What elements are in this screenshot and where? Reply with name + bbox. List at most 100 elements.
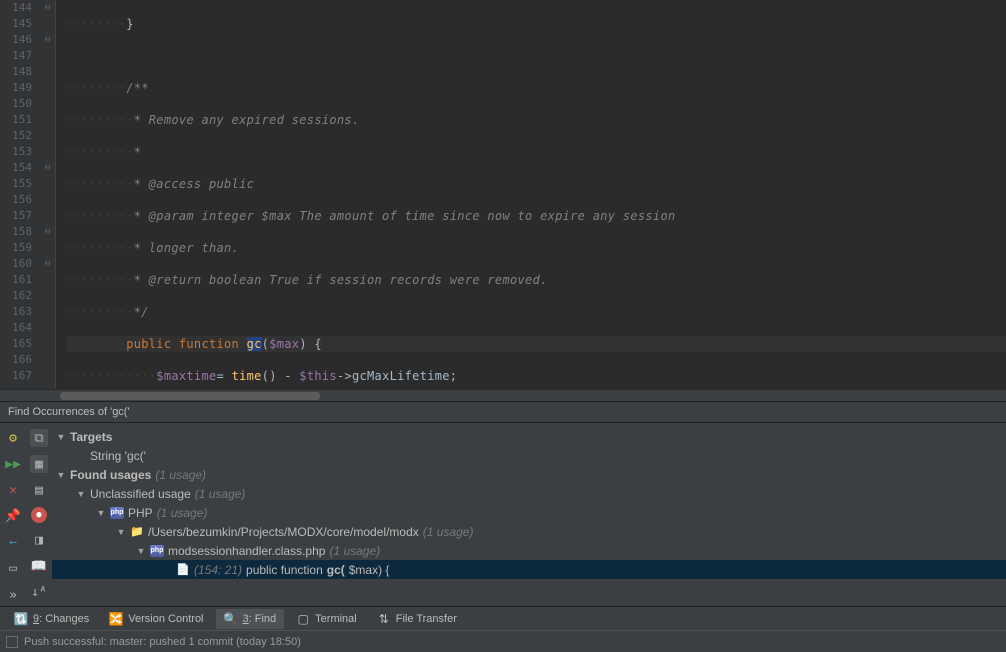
line-number: 146 [0,32,32,48]
found-count: (1 usage) [155,468,206,482]
search-icon: 🔍 [224,612,238,626]
line-number: 167 [0,368,32,384]
tree-php[interactable]: ▼ php PHP (1 usage) [52,503,1006,522]
line-number: 163 [0,304,32,320]
found-label: Found usages [70,468,151,482]
chevron-down-icon[interactable]: ▼ [136,546,146,556]
toolbar-col-1: ⚙ ▶▶ ✕ 📌 ← ▭ » [0,423,26,606]
folder-path: /Users/bezumkin/Projects/MODX/core/model… [148,525,419,539]
changes-icon: 🔃 [14,612,28,626]
line-number: 162 [0,288,32,304]
close-icon[interactable]: ✕ [4,481,22,499]
usage-tree[interactable]: ▼ Targets String 'gc(' ▼ Found usages (1… [52,423,1006,606]
tree-folder[interactable]: ▼ 📁 /Users/bezumkin/Projects/MODX/core/m… [52,522,1006,541]
expand-icon[interactable]: ▦ [30,455,48,473]
chevron-down-icon[interactable]: ▼ [116,527,126,537]
unclassified-label: Unclassified usage [90,487,191,501]
line-number: 165 [0,336,32,352]
chevron-down-icon[interactable]: ▼ [56,432,66,442]
export-icon[interactable]: ▭ [4,559,22,577]
tab-terminal[interactable]: ▢ Terminal [288,609,365,629]
pin-icon[interactable]: 📌 [4,507,22,525]
tree-usage-line[interactable]: 📄 (154: 21) public function gc( $max) { [52,560,1006,579]
usage-text-post: $max) { [349,563,390,577]
autoscroll-icon[interactable]: 📖 [30,557,48,575]
line-number: 152 [0,128,32,144]
fold-marker[interactable]: ⊟ [40,0,55,16]
status-bar: Push successful: master: pushed 1 commit… [0,630,1006,652]
folder-icon: 📁 [130,525,144,539]
fold-marker[interactable]: ⊟ [40,224,55,240]
preview-icon[interactable]: ◨ [30,531,48,549]
back-icon[interactable]: ← [4,533,22,551]
line-number: 160 [0,256,32,272]
tab-vcs[interactable]: 🔀 Version Control [101,609,211,629]
settings-icon[interactable]: ⚙ [4,429,22,447]
tool-window-bar: 🔃 9: Changes 🔀 Version Control 🔍 3: Find… [0,606,1006,630]
vcs-icon: 🔀 [109,612,123,626]
line-number: 159 [0,240,32,256]
find-panel: ⚙ ▶▶ ✕ 📌 ← ▭ » ⧉ ▦ ▤ ● ◨ 📖 ↓ᴬ ▼ Targets … [0,423,1006,606]
chevron-down-icon[interactable]: ▼ [96,508,106,518]
line-number: 157 [0,208,32,224]
line-number-gutter: 144 145 146 147 148 149 150 151 152 153 … [0,0,40,389]
tab-find[interactable]: 🔍 3: Find [216,609,285,629]
filter-icon[interactable]: ● [31,507,47,523]
php-file-icon: php [150,545,164,557]
fold-marker[interactable]: ⊟ [40,160,55,176]
fold-marker[interactable]: ⊟ [40,256,55,272]
fold-marker[interactable]: ⊟ [40,32,55,48]
status-checkbox[interactable] [6,636,18,648]
line-number: 151 [0,112,32,128]
line-number: 150 [0,96,32,112]
find-panel-header: Find Occurrences of 'gc(' [0,401,1006,423]
collapse-icon[interactable]: ▤ [30,481,48,499]
line-number: 166 [0,352,32,368]
group-by-icon[interactable]: ⧉ [30,429,48,447]
more-icon[interactable]: » [6,585,20,606]
transfer-icon: ⇅ [377,612,391,626]
php-label: PHP [128,506,153,520]
rerun-icon[interactable]: ▶▶ [4,455,22,473]
line-number: 153 [0,144,32,160]
code-area[interactable]: ········} ········/** ·········* Remove … [56,0,1006,389]
tab-file-transfer[interactable]: ⇅ File Transfer [369,609,465,629]
tree-unclassified[interactable]: ▼ Unclassified usage (1 usage) [52,484,1006,503]
line-number: 155 [0,176,32,192]
chevron-down-icon[interactable]: ▼ [76,489,86,499]
file-name: modsessionhandler.class.php [168,544,325,558]
line-number: 156 [0,192,32,208]
usage-text-pre: public function [246,563,323,577]
usage-match: gc( [327,563,345,577]
line-number: 144 [0,0,32,16]
tree-targets[interactable]: ▼ Targets [52,427,1006,446]
tree-file[interactable]: ▼ php modsessionhandler.class.php (1 usa… [52,541,1006,560]
usage-icon: 📄 [176,563,190,577]
horizontal-scrollbar[interactable] [0,389,1006,401]
terminal-icon: ▢ [296,612,310,626]
file-count: (1 usage) [329,544,380,558]
tree-found[interactable]: ▼ Found usages (1 usage) [52,465,1006,484]
sort-icon[interactable]: ↓ᴬ [30,583,48,601]
line-number: 154 [0,160,32,176]
tab-changes[interactable]: 🔃 9: Changes [6,609,97,629]
folder-count: (1 usage) [423,525,474,539]
line-number: 158 [0,224,32,240]
line-number: 148 [0,64,32,80]
line-number: 149 [0,80,32,96]
scrollbar-thumb[interactable] [60,392,320,400]
editor-area: 144 145 146 147 148 149 150 151 152 153 … [0,0,1006,389]
function-name: gc [247,337,262,351]
tree-string[interactable]: String 'gc(' [52,446,1006,465]
line-number: 147 [0,48,32,64]
fold-gutter: ⊟ ⊟ ⊟ ⊟ ⊟ [40,0,56,389]
chevron-down-icon[interactable]: ▼ [56,470,66,480]
line-number: 161 [0,272,32,288]
usage-location: (154: 21) [194,563,242,577]
targets-label: Targets [70,430,112,444]
toolbar-col-2: ⧉ ▦ ▤ ● ◨ 📖 ↓ᴬ [26,423,52,606]
line-number: 145 [0,16,32,32]
string-target: String 'gc(' [90,449,146,463]
php-count: (1 usage) [157,506,208,520]
line-number: 164 [0,320,32,336]
